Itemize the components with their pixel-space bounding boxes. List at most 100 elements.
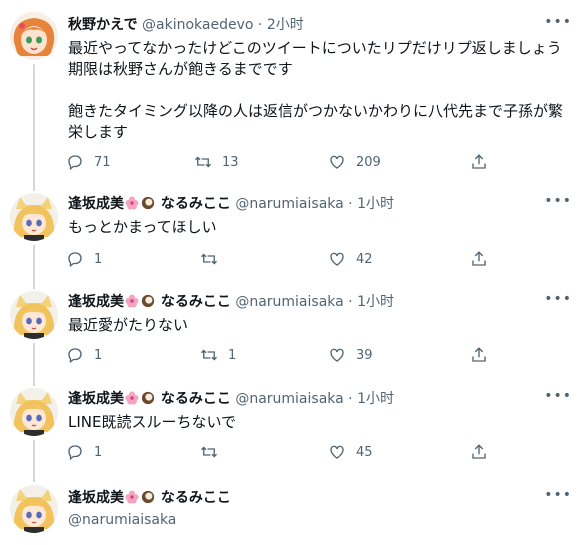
reply-count: 1	[94, 347, 103, 363]
handle[interactable]: @narumiaisaka	[68, 511, 176, 529]
display-name[interactable]: 逢坂成美 なるみここ	[68, 294, 231, 310]
share-button[interactable]	[470, 442, 488, 462]
reply-icon	[68, 348, 82, 364]
thread-line	[33, 183, 35, 191]
share-icon	[472, 347, 486, 362]
share-button[interactable]	[470, 152, 488, 172]
tweet-actions: 1 42	[66, 249, 526, 269]
display-name-text: 逢坂成美	[68, 391, 124, 407]
retweet-button[interactable]	[200, 442, 228, 462]
reply-icon	[68, 252, 82, 268]
hibiscus-emoji	[125, 294, 139, 308]
retweet-icon	[201, 446, 217, 458]
tweet-reply[interactable]: 逢坂成美 なるみここ @narumiaisaka · 1小时 ••• 最近愛がた…	[0, 281, 584, 382]
thread-line	[33, 64, 35, 185]
share-icon	[472, 251, 486, 266]
timestamp[interactable]: · 2小时	[258, 17, 304, 33]
thread-line	[33, 281, 35, 289]
reply-icon	[68, 155, 82, 171]
more-options-button[interactable]: •••	[544, 487, 572, 503]
reply-button[interactable]: 1	[66, 345, 102, 365]
tweet-akinokaedevo[interactable]: 秋野かえで @akinokaedevo · 2小时 ••• 最近やってなかったけ…	[0, 0, 584, 185]
display-name-suffix: なるみここ	[160, 391, 231, 407]
tweet-actions: 1 45	[66, 442, 526, 462]
share-icon	[472, 154, 486, 169]
coconut-emoji	[141, 391, 155, 405]
avatar[interactable]	[10, 193, 58, 241]
tweet-reply[interactable]: 逢坂成美 なるみここ @narumiaisaka · 1小时 ••• LINE既…	[0, 378, 584, 482]
display-name-text: 逢坂成美	[68, 490, 124, 506]
like-button[interactable]: 42	[328, 249, 373, 269]
reply-button[interactable]: 1	[66, 442, 102, 462]
like-button[interactable]: 209	[328, 152, 381, 172]
retweet-button[interactable]: 13	[194, 152, 239, 172]
reply-count: 1	[94, 251, 103, 267]
more-options-button[interactable]: •••	[544, 193, 572, 209]
tweet-header: 逢坂成美 なるみここ @narumiaisaka · 1小时	[68, 390, 394, 408]
share-button[interactable]	[470, 249, 488, 269]
display-name[interactable]: 逢坂成美 なるみここ	[68, 391, 231, 407]
reply-button[interactable]: 71	[66, 152, 111, 172]
reply-count: 1	[94, 444, 103, 460]
handle[interactable]: @narumiaisaka	[235, 196, 343, 212]
retweet-button[interactable]	[200, 249, 228, 269]
display-name-suffix: なるみここ	[160, 294, 231, 310]
like-button[interactable]: 45	[328, 442, 373, 462]
retweet-button[interactable]: 1	[200, 345, 236, 365]
timestamp[interactable]: · 1小时	[348, 294, 394, 310]
tweet-reply[interactable]: 逢坂成美 なるみここ @narumiaisaka · 1小时 ••• もっとかま…	[0, 183, 584, 285]
timestamp[interactable]: · 1小时	[348, 391, 394, 407]
tweet-reply[interactable]: 逢坂成美 なるみここ @narumiaisaka •••	[0, 475, 584, 545]
display-name[interactable]: 逢坂成美 なるみここ	[68, 196, 231, 212]
timestamp[interactable]: · 1小时	[348, 196, 394, 212]
handle[interactable]: @akinokaedevo	[142, 17, 253, 33]
tweet-header: 秋野かえで @akinokaedevo · 2小时	[68, 16, 304, 34]
tweet-text: 最近やってなかったけどこのツイートについたリプだけリプ返しましょう 期限は秋野さ…	[68, 39, 564, 141]
like-icon	[330, 252, 344, 266]
handle[interactable]: @narumiaisaka	[235, 294, 343, 310]
more-options-button[interactable]: •••	[544, 14, 572, 30]
reply-count: 71	[94, 154, 111, 170]
handle[interactable]: @narumiaisaka	[235, 391, 343, 407]
display-name-text: 逢坂成美	[68, 294, 124, 310]
like-count: 45	[356, 444, 373, 460]
tweet-header: 逢坂成美 なるみここ	[68, 489, 231, 507]
retweet-icon	[201, 349, 217, 361]
more-options-button[interactable]: •••	[544, 388, 572, 404]
thread-line	[33, 378, 35, 386]
avatar[interactable]	[10, 12, 58, 60]
tweet-header: 逢坂成美 なるみここ @narumiaisaka · 1小时	[68, 293, 394, 311]
avatar[interactable]	[10, 388, 58, 436]
share-button[interactable]	[470, 345, 488, 365]
coconut-emoji	[141, 196, 155, 210]
hibiscus-emoji	[125, 391, 139, 405]
display-name-suffix: なるみここ	[160, 490, 231, 506]
display-name[interactable]: 逢坂成美 なるみここ	[68, 490, 231, 506]
coconut-emoji	[141, 294, 155, 308]
display-name[interactable]: 秋野かえで	[68, 17, 138, 33]
hibiscus-emoji	[125, 490, 139, 504]
like-button[interactable]: 39	[328, 345, 373, 365]
tweet-text: LINE既読スルーちないで	[68, 413, 237, 431]
avatar[interactable]	[10, 291, 58, 339]
tweet-text: もっとかまってほしい	[68, 218, 217, 236]
tweet-header: 逢坂成美 なるみここ @narumiaisaka · 1小时	[68, 195, 394, 213]
share-icon	[472, 444, 486, 459]
tweet-actions: 1 1 39	[66, 345, 526, 365]
like-count: 42	[356, 251, 373, 267]
tweet-actions: 71 13 209	[66, 152, 526, 172]
reply-button[interactable]: 1	[66, 249, 102, 269]
display-name-text: 逢坂成美	[68, 196, 124, 212]
like-count: 209	[356, 154, 381, 170]
retweet-count: 13	[222, 154, 239, 170]
coconut-emoji	[141, 490, 155, 504]
more-options-button[interactable]: •••	[544, 291, 572, 307]
avatar[interactable]	[10, 485, 58, 533]
like-icon	[330, 348, 344, 362]
like-count: 39	[356, 347, 373, 363]
retweet-count: 1	[228, 347, 237, 363]
retweet-icon	[201, 253, 217, 265]
tweet-text: 最近愛がたりない	[68, 316, 189, 334]
thread-line	[33, 343, 35, 382]
reply-icon	[68, 445, 82, 461]
